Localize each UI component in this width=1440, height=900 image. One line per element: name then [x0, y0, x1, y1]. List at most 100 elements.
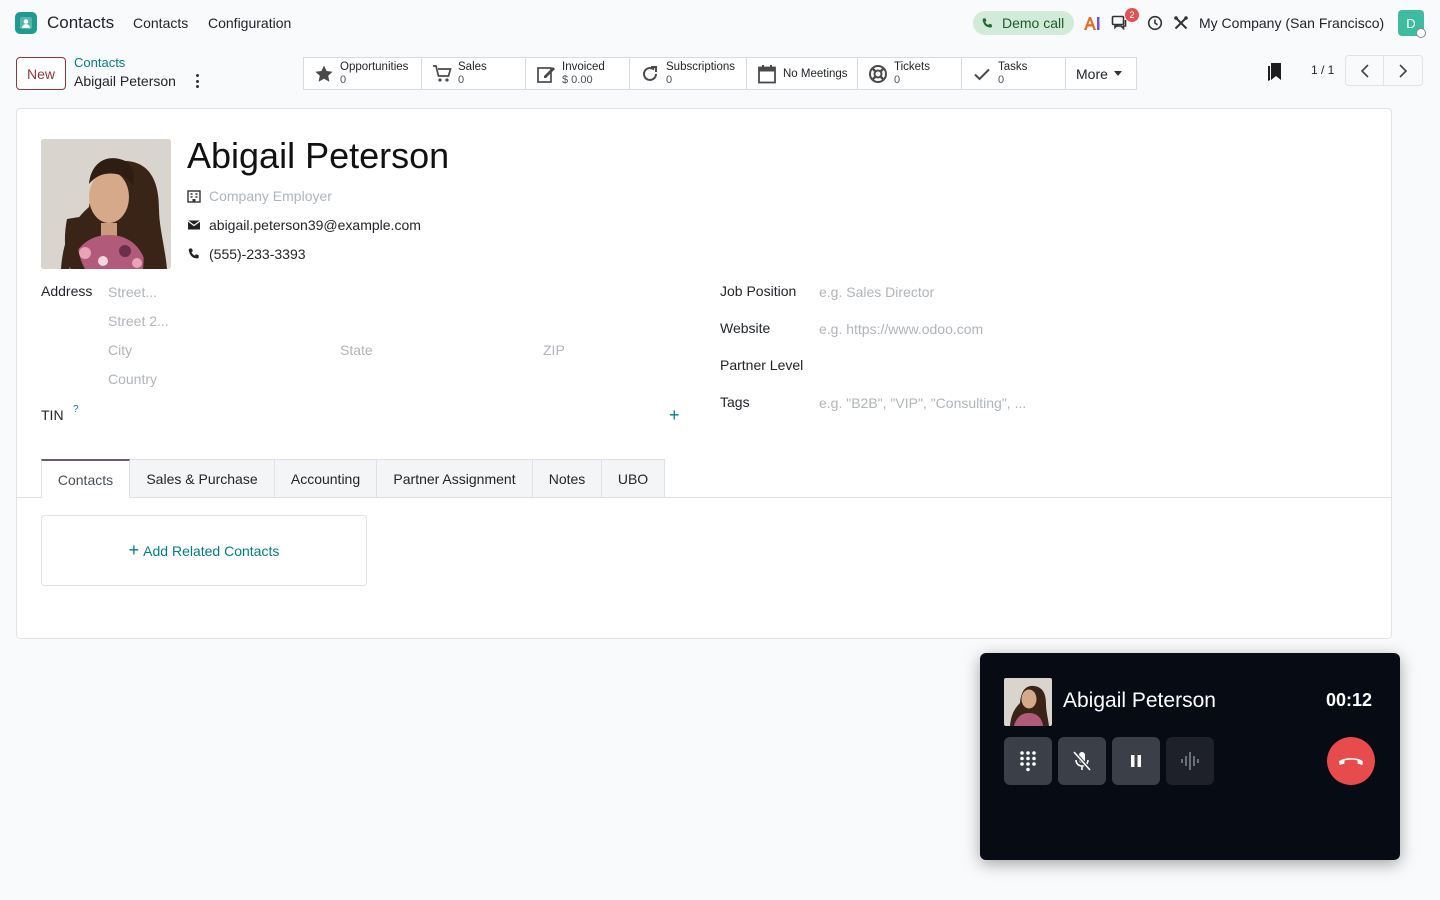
meetings-smart-button[interactable]: No Meetings [747, 58, 858, 89]
tags-input[interactable]: e.g. "B2B", "VIP", "Consulting", ... [819, 395, 1026, 411]
add-property-button[interactable]: + [669, 405, 680, 426]
contact-photo[interactable] [41, 139, 171, 269]
smart-button-value: 0 [998, 73, 1005, 86]
address-label: Address [41, 283, 93, 299]
caller-name: Abigail Peterson [1063, 689, 1216, 712]
smart-button-label: Tickets [894, 60, 930, 73]
user-status-indicator [1416, 28, 1426, 38]
state-input[interactable]: State [340, 342, 373, 358]
audio-wave-icon [1181, 752, 1199, 770]
pager-next-button[interactable] [1384, 56, 1422, 85]
menu-configuration[interactable]: Configuration [208, 15, 291, 31]
tickets-smart-button[interactable]: Tickets 0 [858, 58, 962, 89]
top-navbar: Contacts Contacts Configuration Demo cal… [0, 0, 1440, 46]
app-name[interactable]: Contacts [47, 13, 114, 33]
phone-icon [188, 248, 199, 259]
invoiced-smart-button[interactable]: Invoiced $ 0.00 [526, 58, 630, 89]
caller-avatar [1004, 678, 1052, 726]
hang-up-button[interactable] [1327, 737, 1375, 785]
demo-call-button[interactable]: Demo call [973, 11, 1074, 35]
zip-input[interactable]: ZIP [543, 342, 565, 358]
building-icon [187, 190, 201, 203]
phone-field[interactable]: (555)-233-3393 [187, 246, 306, 262]
mute-button[interactable] [1058, 737, 1106, 785]
email-value: abigail.peterson39@example.com [209, 217, 421, 233]
company-field[interactable]: Company Employer [187, 188, 332, 204]
phone-icon [982, 17, 992, 28]
breadcrumb-parent[interactable]: Contacts [74, 55, 125, 70]
softphone-call-widget: Abigail Peterson 00:12 [980, 653, 1400, 860]
street2-input[interactable]: Street 2... [108, 313, 169, 329]
user-initial: D [1406, 15, 1416, 31]
opportunities-smart-button[interactable]: Opportunities 0 [304, 58, 422, 89]
envelope-icon [187, 220, 201, 230]
pager-buttons [1345, 55, 1423, 86]
city-input[interactable]: City [108, 342, 132, 358]
bookmark-icon[interactable] [1266, 62, 1284, 82]
tasks-smart-button[interactable]: Tasks 0 [962, 58, 1066, 89]
company-placeholder: Company Employer [209, 188, 332, 204]
tab-accounting[interactable]: Accounting [275, 459, 377, 498]
contact-name[interactable]: Abigail Peterson [187, 135, 449, 177]
new-button[interactable]: New [16, 57, 66, 90]
actions-menu-icon[interactable] [192, 73, 202, 89]
pager-previous-button[interactable] [1346, 56, 1385, 85]
refresh-icon [643, 65, 657, 81]
demo-call-label: Demo call [1002, 15, 1065, 31]
invoice-icon [537, 66, 555, 83]
tab-sales-purchase[interactable]: Sales & Purchase [130, 459, 275, 498]
smart-buttons-bar: Opportunities 0 Sales 0 Invoiced $ 0.00 Sub… [303, 57, 1137, 90]
chevron-left-icon [1360, 63, 1369, 78]
ai-icon[interactable] [1082, 13, 1102, 33]
chevron-right-icon [1399, 63, 1408, 78]
add-related-contacts-button[interactable]: + Add Related Contacts [41, 515, 367, 586]
pause-icon [1131, 755, 1141, 767]
hold-button[interactable] [1112, 737, 1160, 785]
tin-label: TIN [41, 407, 64, 423]
smart-button-value: 0 [894, 73, 901, 86]
user-avatar[interactable]: D [1398, 10, 1426, 38]
keypad-button[interactable] [1004, 737, 1052, 785]
pager-value[interactable]: 1 / 1 [1311, 63, 1334, 77]
form-sheet: Abigail Peterson Company Employer abigai… [16, 108, 1392, 639]
tab-ubo[interactable]: UBO [602, 459, 665, 498]
tin-help-tooltip[interactable]: ? [73, 404, 79, 415]
star-icon [315, 65, 333, 82]
smart-button-value: 0 [340, 73, 347, 86]
clock-icon[interactable] [1145, 13, 1165, 33]
job-position-input[interactable]: e.g. Sales Director [819, 284, 934, 300]
tab-partner-assignment[interactable]: Partner Assignment [377, 459, 533, 498]
email-field[interactable]: abigail.peterson39@example.com [187, 217, 421, 233]
tools-icon[interactable] [1171, 13, 1191, 33]
website-input[interactable]: e.g. https://www.odoo.com [819, 321, 983, 337]
menu-contacts[interactable]: Contacts [133, 15, 188, 31]
keypad-icon [1020, 751, 1036, 772]
add-related-contacts-label: Add Related Contacts [143, 542, 280, 559]
more-button[interactable]: More [1066, 58, 1136, 89]
message-count-badge: 2 [1125, 8, 1139, 22]
audio-settings-button[interactable] [1166, 737, 1214, 785]
tab-notes[interactable]: Notes [533, 459, 602, 498]
job-position-label: Job Position [720, 283, 797, 299]
phone-value: (555)-233-3393 [209, 246, 306, 262]
tags-label: Tags [720, 394, 750, 410]
smart-button-value: 0 [666, 73, 673, 86]
smart-button-label: Invoiced [562, 60, 605, 73]
company-switcher[interactable]: My Company (San Francisco) [1199, 15, 1384, 31]
smart-button-label: Subscriptions [666, 60, 736, 73]
smart-button-value: 0 [458, 73, 465, 86]
notebook-tabs: Contacts Sales & Purchase Accounting Par… [41, 459, 665, 498]
subscriptions-smart-button[interactable]: Subscriptions 0 [630, 58, 747, 89]
website-label: Website [720, 320, 771, 336]
smart-button-label: Opportunities [340, 60, 409, 73]
cart-icon [433, 64, 452, 82]
tab-contacts[interactable]: Contacts [41, 459, 130, 498]
plus-icon: + [128, 540, 140, 560]
sales-smart-button[interactable]: Sales 0 [422, 58, 526, 89]
contacts-app-icon[interactable] [15, 12, 37, 34]
calendar-icon [758, 64, 776, 83]
street-input[interactable]: Street... [108, 284, 157, 300]
caret-down-icon [1113, 71, 1122, 76]
country-input[interactable]: Country [108, 371, 157, 387]
smart-button-label: Tasks [998, 60, 1028, 73]
